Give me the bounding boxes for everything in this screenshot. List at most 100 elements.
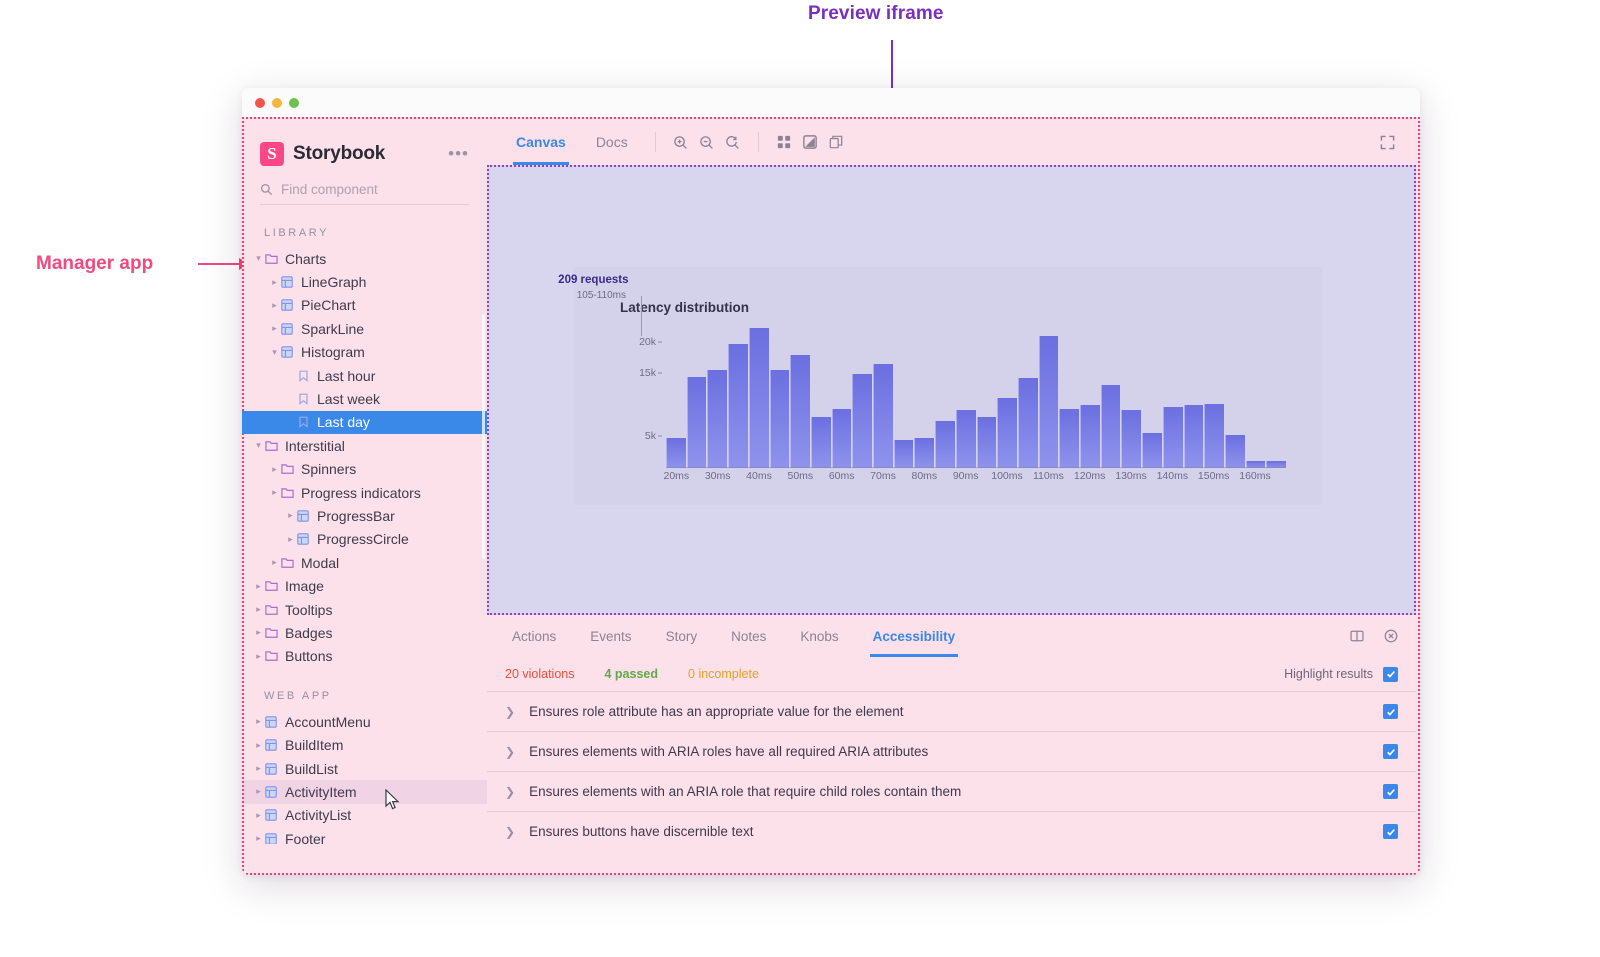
background-icon[interactable] [797,129,823,155]
sidebar-item-builditem[interactable]: ▸ BuildItem [242,733,487,756]
addon-tab-events[interactable]: Events [573,616,648,657]
search-input[interactable] [281,182,461,197]
disclosure-caret-icon[interactable]: ▸ [270,277,279,288]
sidebar-item-badges[interactable]: ▸ Badges [242,621,487,644]
addon-tab-story[interactable]: Story [649,616,715,657]
addon-tab-accessibility[interactable]: Accessibility [856,616,973,657]
disclosure-caret-icon[interactable]: ▸ [286,534,295,545]
folder-icon [263,649,279,663]
disclosure-caret-icon[interactable]: ▸ [254,604,263,615]
highlight-results-control[interactable]: Highlight results [1284,666,1398,682]
minimize-window-button[interactable] [272,97,282,108]
disclosure-caret-icon[interactable]: ▸ [286,510,295,521]
sidebar-item-activitylist[interactable]: ▸ ActivityList [242,804,487,827]
grid-icon[interactable] [771,129,797,155]
expand-row-icon[interactable]: ❯ [505,785,515,799]
a11y-results-list: ❯ Ensures role attribute has an appropria… [487,691,1416,851]
disclosure-caret-icon[interactable]: ▸ [254,833,263,844]
sidebar-item-last-hour[interactable]: Last hour [242,364,487,387]
sidebar-item-label: Buttons [285,648,333,665]
a11y-violation-row[interactable]: ❯ Ensures buttons have discernible text [487,811,1416,851]
a11y-row-checkbox[interactable] [1383,824,1398,839]
disclosure-caret-icon[interactable]: ▸ [254,627,263,638]
sidebar-menu-icon[interactable]: ••• [448,145,469,162]
disclosure-caret-icon[interactable]: ▸ [254,581,263,592]
sidebar-item-progressbar[interactable]: ▸ ProgressBar [242,504,487,527]
sidebar-item-interstitial[interactable]: ▾ Interstitial [242,434,487,457]
tab-canvas[interactable]: Canvas [501,119,581,165]
chip-passed[interactable]: 4 passed [605,667,659,681]
bar [790,355,810,468]
sidebar-item-linegraph[interactable]: ▸ LineGraph [242,270,487,293]
expand-row-icon[interactable]: ❯ [505,705,515,719]
sidebar-item-tooltips[interactable]: ▸ Tooltips [242,598,487,621]
chip-incomplete[interactable]: 0 incomplete [688,667,759,681]
sidebar-item-histogram[interactable]: ▾ Histogram [242,341,487,364]
close-window-button[interactable] [255,97,265,108]
disclosure-caret-icon[interactable]: ▸ [254,740,263,751]
addon-tab-notes[interactable]: Notes [714,616,783,657]
sidebar-item-accountmenu[interactable]: ▸ AccountMenu [242,710,487,733]
sidebar-item-buttons[interactable]: ▸ Buttons [242,645,487,668]
a11y-row-checkbox[interactable] [1383,704,1398,719]
bar [748,328,769,468]
disclosure-caret-icon[interactable]: ▸ [270,300,279,311]
sidebar-item-modal[interactable]: ▸ Modal [242,551,487,574]
sidebar-item-last-day[interactable]: Last day [242,410,487,435]
a11y-row-checkbox[interactable] [1383,784,1398,799]
disclosure-caret-icon[interactable]: ▸ [270,464,279,475]
close-panel-icon[interactable] [1380,625,1402,647]
sidebar-item-sparkline[interactable]: ▸ SparkLine [242,317,487,340]
disclosure-caret-icon[interactable]: ▸ [254,786,263,797]
tab-docs[interactable]: Docs [581,119,643,165]
sidebar-item-label: Progress indicators [301,484,421,501]
a11y-violation-row[interactable]: ❯ Ensures role attribute has an appropria… [487,691,1416,731]
sidebar-item-charts[interactable]: ▾ Charts [242,247,487,270]
expand-row-icon[interactable]: ❯ [505,745,515,759]
a11y-row-checkbox[interactable] [1383,744,1398,759]
a11y-violation-row[interactable]: ❯ Ensures elements with ARIA roles have a… [487,731,1416,771]
disclosure-caret-icon[interactable]: ▸ [270,487,279,498]
disclosure-caret-icon[interactable]: ▸ [254,763,263,774]
sidebar-scrollbar[interactable] [482,314,485,559]
maximize-window-button[interactable] [289,97,299,108]
disclosure-caret-icon[interactable]: ▾ [270,347,279,358]
layout-split-icon[interactable] [1346,625,1368,647]
x-tick-label: 20ms [663,470,690,482]
sidebar-item-activityitem[interactable]: ▸ ActivityItem [242,780,487,804]
sidebar-item-label: Image [285,578,324,595]
disclosure-caret-icon[interactable]: ▸ [254,651,263,662]
x-tick-label: 30ms [704,470,731,482]
a11y-violation-row[interactable]: ❯ Ensures elements with an ARIA role that… [487,771,1416,811]
fullscreen-icon[interactable] [1376,131,1398,153]
sidebar-item-last-week[interactable]: Last week [242,387,487,410]
disclosure-caret-icon[interactable]: ▸ [254,810,263,821]
sidebar-item-image[interactable]: ▸ Image [242,574,487,597]
bar [1038,336,1059,468]
chip-violations[interactable]: 20 violations [505,667,575,681]
highlight-results-checkbox[interactable] [1383,666,1398,682]
sidebar-brand[interactable]: S Storybook ••• [242,119,487,166]
measure-icon[interactable] [823,129,849,155]
disclosure-caret-icon[interactable]: ▸ [270,323,279,334]
search-container[interactable] [260,182,469,205]
sidebar-item-footer[interactable]: ▸ Footer [242,827,487,844]
sidebar-item-progresscircle[interactable]: ▸ ProgressCircle [242,528,487,551]
folder-icon [263,252,279,266]
disclosure-caret-icon[interactable]: ▸ [254,716,263,727]
sidebar-item-spinners[interactable]: ▸ Spinners [242,458,487,481]
zoom-in-icon[interactable] [668,129,694,155]
zoom-out-icon[interactable] [694,129,720,155]
y-tick-mark [658,435,662,437]
expand-row-icon[interactable]: ❯ [505,825,515,839]
disclosure-caret-icon[interactable]: ▾ [254,253,263,264]
bar [852,374,873,468]
sidebar-item-progress-indicators[interactable]: ▸ Progress indicators [242,481,487,504]
disclosure-caret-icon[interactable]: ▾ [254,440,263,451]
sidebar-item-buildlist[interactable]: ▸ BuildList [242,757,487,780]
zoom-reset-icon[interactable] [720,129,746,155]
addon-tab-knobs[interactable]: Knobs [783,616,855,657]
sidebar-item-piechart[interactable]: ▸ PieChart [242,294,487,317]
disclosure-caret-icon[interactable]: ▸ [270,557,279,568]
addon-tab-actions[interactable]: Actions [495,616,573,657]
